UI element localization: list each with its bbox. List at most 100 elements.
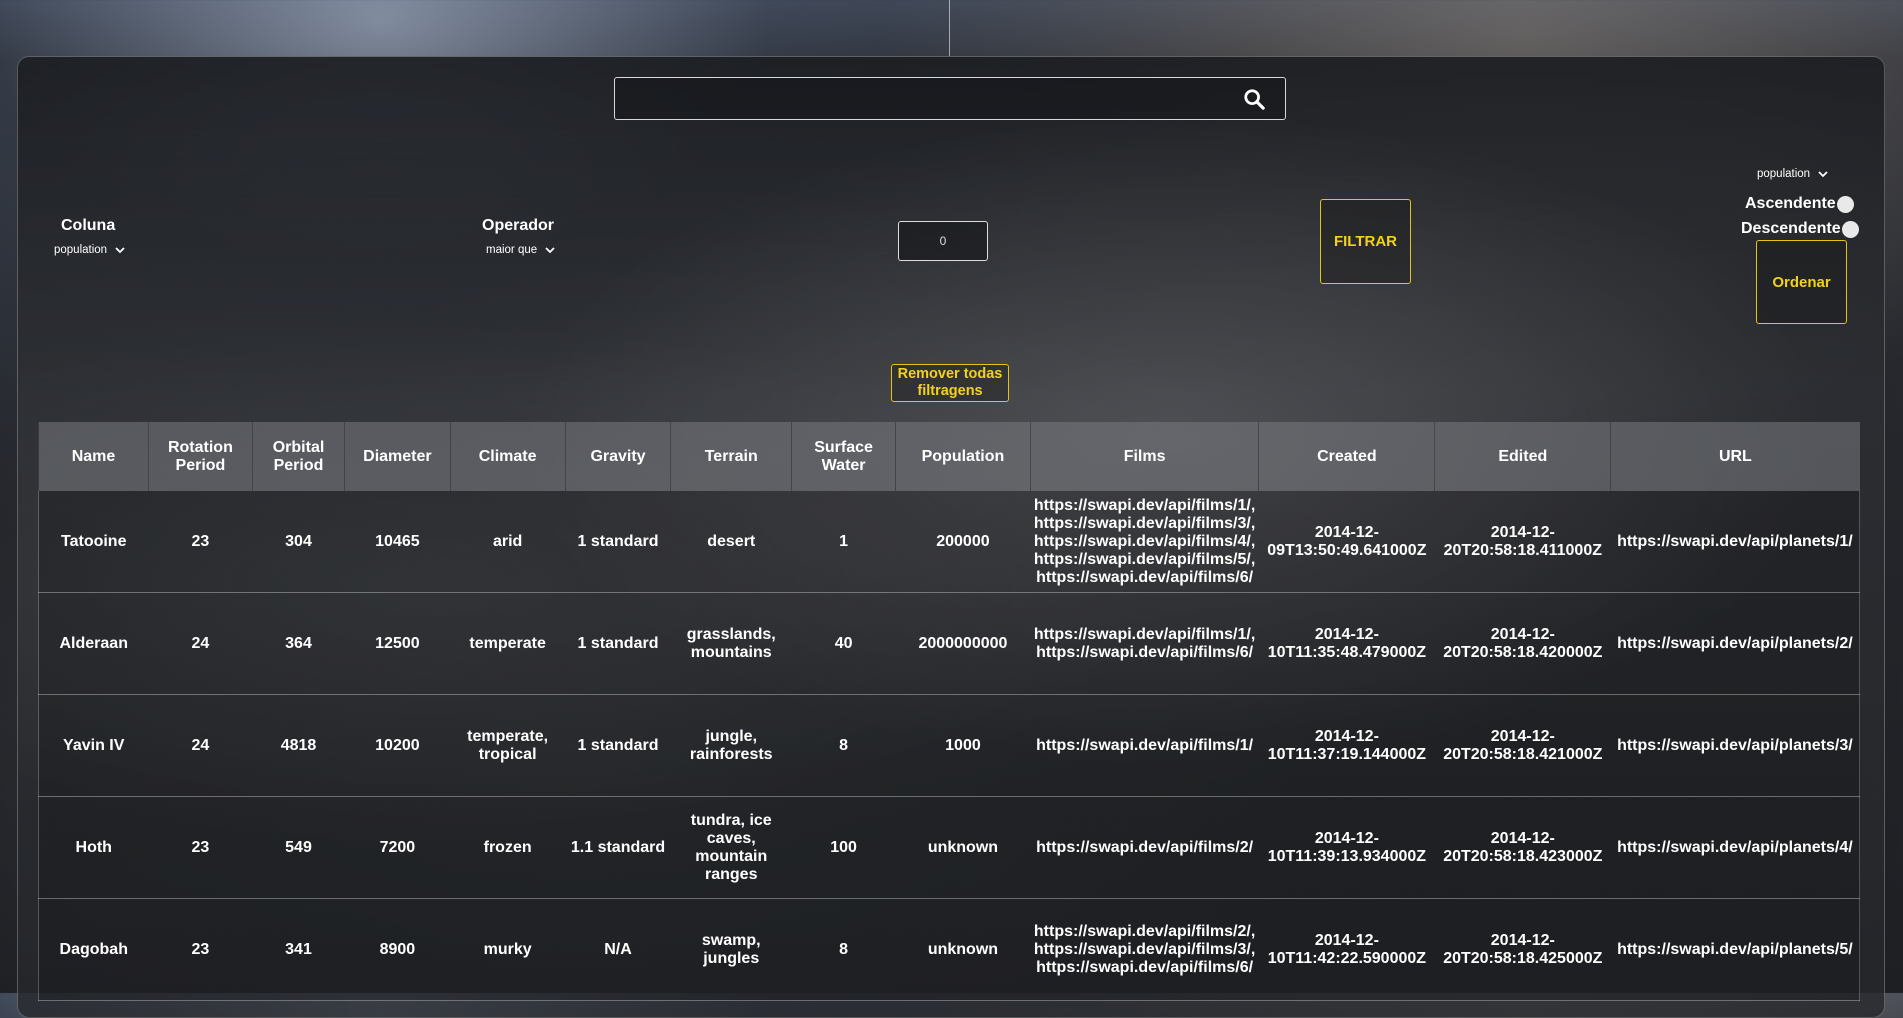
table-cell: 2014-12-20T20:58:18.423000Z <box>1434 796 1611 899</box>
background-divider <box>949 0 950 56</box>
table-cell: 8 <box>791 694 896 797</box>
column-header: Gravity <box>564 422 671 491</box>
operator-select[interactable]: maior que <box>486 244 555 256</box>
column-header: Name <box>38 422 149 491</box>
table-cell: https://swapi.dev/api/planets/2/ <box>1610 592 1860 695</box>
table-row: Yavin IV 24 4818 10200 temperate, tropical 1 … <box>38 694 1860 797</box>
table-row: Tatooine 23 304 10465 arid 1 standard desert 1 2… <box>38 491 1860 593</box>
column-select[interactable]: population <box>54 244 125 256</box>
table-cell: 23 <box>148 491 253 593</box>
table-cell: 23 <box>148 796 253 899</box>
table-cell: 7200 <box>344 796 451 899</box>
table-cell: Tatooine <box>38 491 149 593</box>
table-cell: tundra, ice caves, mountain ranges <box>670 796 792 899</box>
remove-filters-button[interactable]: Remover todas filtragens <box>891 364 1009 402</box>
table-body: Tatooine 23 304 10465 arid 1 standard desert 1 2… <box>38 491 1860 1001</box>
table-row: Hoth 23 549 7200 frozen 1.1 standard tundra, i… <box>38 796 1860 899</box>
search-icon[interactable] <box>1243 88 1265 110</box>
column-header: Orbital Period <box>251 422 345 491</box>
table-cell: https://swapi.dev/api/films/1/ <box>1030 694 1259 797</box>
planets-table: Name Rotation Period Orbital Period Diamete… <box>38 422 1860 1001</box>
table-cell: 12500 <box>344 592 451 695</box>
table-cell: Alderaan <box>38 592 149 695</box>
table-cell: 304 <box>252 491 345 593</box>
table-cell: https://swapi.dev/api/planets/5/ <box>1610 898 1860 1001</box>
table-cell: 2000000000 <box>895 592 1031 695</box>
table-cell: https://swapi.dev/api/films/1/, https://… <box>1030 491 1259 593</box>
table-cell: unknown <box>895 898 1031 1001</box>
table-cell: 1 standard <box>565 491 671 593</box>
table-header: Name Rotation Period Orbital Period Diamete… <box>38 422 1860 491</box>
table-cell: 1.1 standard <box>565 796 671 899</box>
descending-option[interactable]: Descendente <box>1741 220 1859 238</box>
table-cell: https://swapi.dev/api/planets/1/ <box>1610 491 1860 593</box>
table-cell: 2014-12-10T11:37:19.144000Z <box>1258 694 1435 797</box>
table-row: Alderaan 24 364 12500 temperate 1 standard gra… <box>38 592 1860 695</box>
ascending-radio[interactable] <box>1836 195 1854 213</box>
table-cell: 8900 <box>344 898 451 1001</box>
column-header: Edited <box>1434 422 1611 491</box>
table-cell: 10200 <box>344 694 451 797</box>
table-cell: https://swapi.dev/api/films/1/, https://… <box>1030 592 1259 695</box>
table-cell: 1 standard <box>565 694 671 797</box>
column-header: Films <box>1029 422 1259 491</box>
table-cell: Dagobah <box>38 898 149 1001</box>
table-cell: 200000 <box>895 491 1031 593</box>
table-cell: 1000 <box>895 694 1031 797</box>
table-cell: 2014-12-10T11:35:48.479000Z <box>1258 592 1435 695</box>
descending-radio[interactable] <box>1841 220 1859 238</box>
table-cell: 1 standard <box>565 592 671 695</box>
table-header-row: Name Rotation Period Orbital Period Diamete… <box>38 422 1860 491</box>
column-header: Climate <box>449 422 566 491</box>
sort-button[interactable]: Ordenar <box>1756 240 1847 324</box>
table-cell: 2014-12-20T20:58:18.420000Z <box>1434 592 1611 695</box>
column-select-value: population <box>54 244 108 256</box>
table-cell: Yavin IV <box>38 694 149 797</box>
column-header: Population <box>895 422 1031 491</box>
table-cell: 2014-12-20T20:58:18.421000Z <box>1434 694 1611 797</box>
table-cell: 341 <box>252 898 345 1001</box>
column-header: Surface Water <box>791 422 896 491</box>
table-cell: 23 <box>148 898 253 1001</box>
table-cell: 2014-12-20T20:58:18.425000Z <box>1434 898 1611 1001</box>
table-cell: 364 <box>252 592 345 695</box>
ascending-option[interactable]: Ascendente <box>1745 195 1854 213</box>
table-row: Dagobah 23 341 8900 murky N/A swamp, jungles 8 u… <box>38 898 1860 1001</box>
operator-select-value: maior que <box>486 244 538 256</box>
table-cell: 2014-12-09T13:50:49.641000Z <box>1258 491 1435 593</box>
sort-column-value: population <box>1757 168 1811 180</box>
table-cell: 2014-12-10T11:39:13.934000Z <box>1258 796 1435 899</box>
table-cell: 100 <box>791 796 896 899</box>
table-cell: swamp, jungles <box>670 898 792 1001</box>
table-cell: 1 <box>791 491 896 593</box>
table-cell: 24 <box>148 592 253 695</box>
chevron-down-icon <box>115 247 125 254</box>
table-cell: 2014-12-10T11:42:22.590000Z <box>1258 898 1435 1001</box>
sort-column-select[interactable]: population <box>1757 168 1828 180</box>
chevron-down-icon <box>545 247 555 254</box>
column-header: Diameter <box>344 422 451 491</box>
table-cell: jungle, rainforests <box>670 694 792 797</box>
column-header: Rotation Period <box>147 422 253 491</box>
table-cell: arid <box>450 491 566 593</box>
table-cell: Hoth <box>38 796 149 899</box>
table-cell: 10465 <box>344 491 451 593</box>
column-header: Terrain <box>670 422 792 491</box>
table-cell: temperate <box>450 592 566 695</box>
table-cell: https://swapi.dev/api/planets/3/ <box>1610 694 1860 797</box>
ascending-label: Ascendente <box>1745 195 1836 212</box>
operator-label: Operador <box>482 217 555 234</box>
table-cell: 549 <box>252 796 345 899</box>
table-cell: N/A <box>565 898 671 1001</box>
table-cell: desert <box>670 491 792 593</box>
column-label: Coluna <box>61 217 116 234</box>
value-input[interactable]: 0 <box>898 221 988 261</box>
table-cell: 24 <box>148 694 253 797</box>
search-input[interactable] <box>614 77 1286 120</box>
table-cell: temperate, tropical <box>450 694 566 797</box>
table-cell: https://swapi.dev/api/planets/4/ <box>1610 796 1860 899</box>
table-cell: 4818 <box>252 694 345 797</box>
table-cell: frozen <box>450 796 566 899</box>
table-cell: 2014-12-20T20:58:18.411000Z <box>1434 491 1611 593</box>
filter-button[interactable]: FILTRAR <box>1320 199 1411 284</box>
